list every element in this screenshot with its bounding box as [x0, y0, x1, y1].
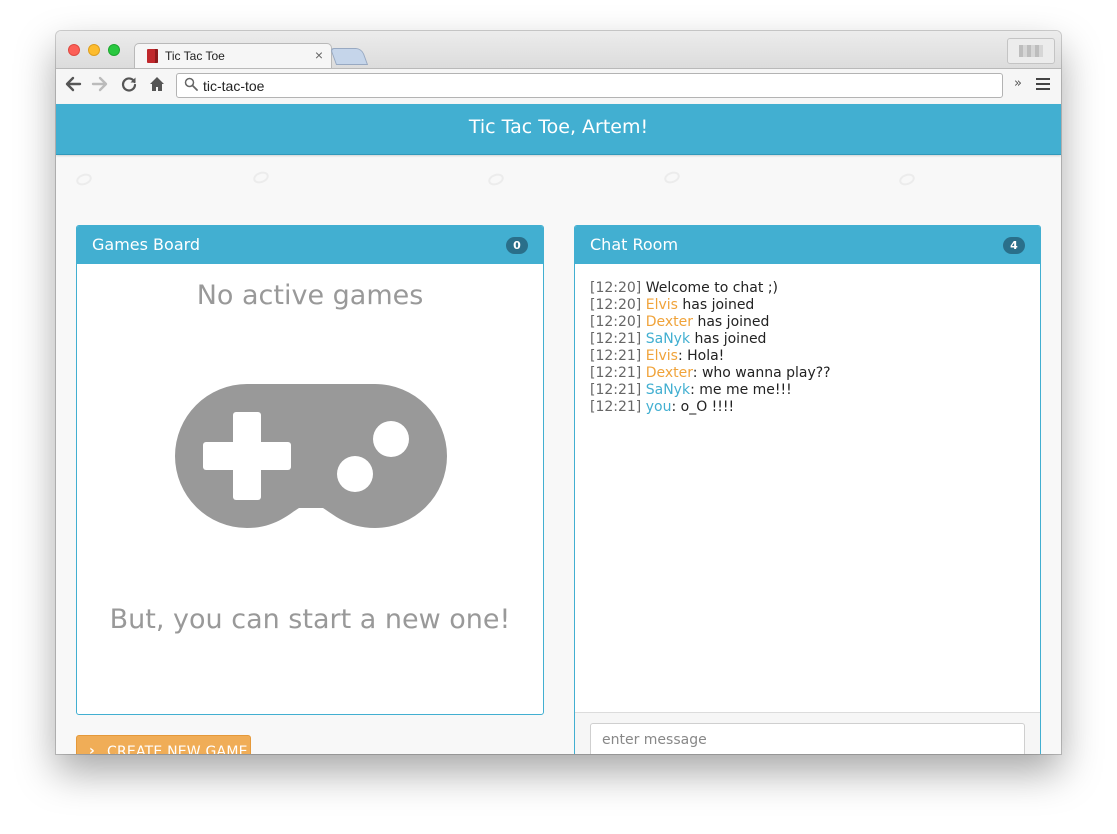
- no-active-games-text: No active games: [196, 280, 424, 311]
- message-author: Elvis: [645, 348, 678, 364]
- message-input[interactable]: [590, 723, 1025, 754]
- minimize-window-button[interactable]: [88, 44, 100, 56]
- message-timestamp: [12:21]: [590, 399, 642, 415]
- message-text: : me me me!!!: [690, 382, 792, 398]
- extensions-overflow-button[interactable]: »: [1014, 76, 1022, 91]
- tab-title: Tic Tac Toe: [165, 49, 225, 63]
- chat-users-count-badge: 4: [1003, 237, 1025, 254]
- message-timestamp: [12:20]: [590, 314, 642, 330]
- message-text: has joined: [682, 297, 755, 313]
- message-timestamp: [12:21]: [590, 331, 642, 347]
- chat-message: [12:21] Dexter: who wanna play??: [590, 365, 1025, 382]
- start-new-game-text: But, you can start a new one!: [109, 604, 511, 635]
- message-timestamp: [12:20]: [590, 280, 642, 296]
- chat-message: [12:20] Elvis has joined: [590, 297, 1025, 314]
- message-author: SaNyk: [645, 382, 691, 398]
- chat-input-area: [575, 712, 1040, 754]
- message-text: has joined: [694, 331, 767, 347]
- background-eye-icon: [897, 171, 917, 188]
- message-text: : who wanna play??: [692, 365, 831, 381]
- chat-room-panel: Chat Room 4 [12:20] Welcome to chat ;) […: [574, 225, 1041, 754]
- url-text: tic-tac-toe: [203, 78, 265, 94]
- chat-message: [12:20] Dexter has joined: [590, 314, 1025, 331]
- message-text: has joined: [697, 314, 770, 330]
- background-eye-icon: [662, 169, 682, 186]
- tab-strip: Tic Tac Toe ×: [56, 31, 1061, 70]
- forward-arrow-icon[interactable]: [91, 75, 109, 98]
- message-author: SaNyk: [645, 331, 691, 347]
- message-text: Welcome to chat ;): [645, 280, 778, 296]
- message-timestamp: [12:21]: [590, 365, 642, 381]
- chat-messages: [12:20] Welcome to chat ;) [12:20] Elvis…: [590, 280, 1025, 416]
- new-tab-button[interactable]: [329, 48, 369, 65]
- message-author: Elvis: [645, 297, 678, 313]
- chat-room-heading: Chat Room 4: [575, 226, 1040, 264]
- gamepad-icon: [175, 384, 447, 528]
- chat-message: [12:21] SaNyk has joined: [590, 331, 1025, 348]
- games-board-panel: Games Board 0 No active games But, you c…: [76, 225, 544, 715]
- book-icon: [147, 49, 158, 63]
- games-board-title: Games Board: [92, 235, 201, 254]
- profile-button[interactable]: [1007, 38, 1055, 64]
- background-eye-icon: [74, 171, 94, 188]
- profile-avatar: [1019, 45, 1043, 57]
- create-new-game-button[interactable]: › CREATE NEW GAME: [76, 735, 251, 754]
- message-author: Dexter: [645, 365, 693, 381]
- message-timestamp: [12:20]: [590, 297, 642, 313]
- page-content: Tic Tac Toe, Artem! Games Board 0 No act…: [56, 104, 1061, 754]
- zoom-window-button[interactable]: [108, 44, 120, 56]
- chat-room-title: Chat Room: [590, 235, 679, 254]
- tab-tic-tac-toe[interactable]: Tic Tac Toe ×: [134, 43, 332, 70]
- message-author: Dexter: [645, 314, 694, 330]
- games-board-heading: Games Board 0: [77, 226, 543, 264]
- browser-window: Tic Tac Toe × tic-tac-toe » Tic Tac Toe,…: [56, 31, 1061, 754]
- chat-message: [12:21] Elvis: Hola!: [590, 348, 1025, 365]
- message-text: : Hola!: [677, 348, 725, 364]
- back-arrow-icon[interactable]: [64, 75, 82, 98]
- close-window-button[interactable]: [68, 44, 80, 56]
- message-timestamp: [12:21]: [590, 382, 642, 398]
- create-new-game-label: CREATE NEW GAME: [107, 744, 248, 754]
- search-icon: [184, 77, 198, 95]
- menu-icon[interactable]: [1036, 78, 1050, 90]
- chevron-right-icon: ›: [89, 743, 95, 754]
- message-text: : o_O !!!!: [671, 399, 735, 415]
- background-eye-icon: [486, 171, 506, 188]
- chat-message: [12:20] Welcome to chat ;): [590, 280, 1025, 297]
- background-eye-icon: [251, 169, 271, 186]
- chat-message: [12:21] SaNyk: me me me!!!: [590, 382, 1025, 399]
- address-bar[interactable]: tic-tac-toe: [176, 73, 1003, 98]
- tab-close-icon[interactable]: ×: [315, 47, 323, 63]
- app-navbar: Tic Tac Toe, Artem!: [56, 104, 1061, 155]
- browser-toolbar: tic-tac-toe »: [56, 68, 1061, 105]
- page-title: Tic Tac Toe, Artem!: [468, 116, 649, 138]
- message-timestamp: [12:21]: [590, 348, 642, 364]
- reload-icon[interactable]: [120, 75, 138, 98]
- home-icon[interactable]: [148, 75, 166, 98]
- message-author: you: [645, 399, 672, 415]
- chat-message: [12:21] you: o_O !!!!: [590, 399, 1025, 416]
- games-count-badge: 0: [506, 237, 528, 254]
